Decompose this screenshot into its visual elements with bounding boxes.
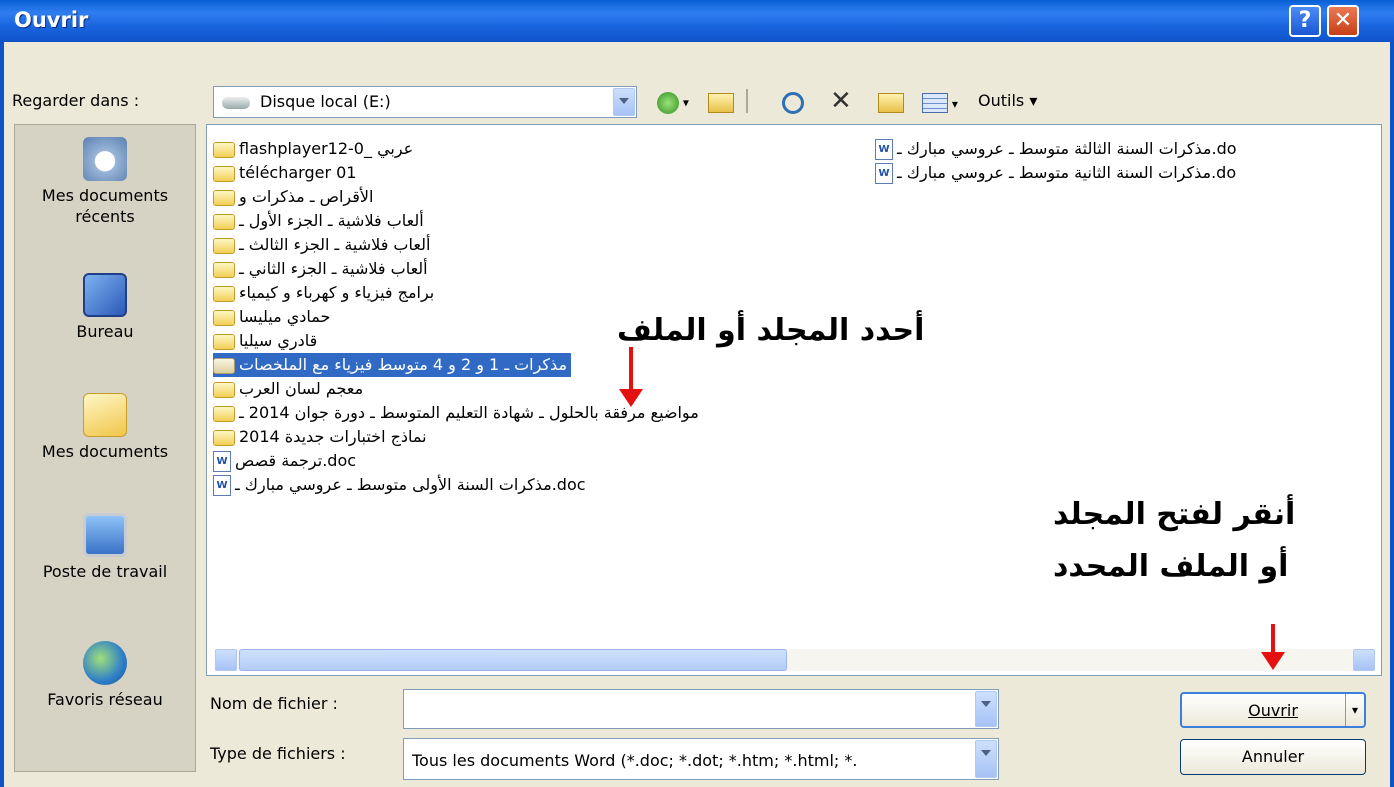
folder-icon xyxy=(213,189,235,206)
places-bar: Mes documents récents Bureau Mes documen… xyxy=(14,124,196,772)
scroll-right-arrow-icon[interactable] xyxy=(1353,649,1375,671)
lookin-select[interactable]: Disque local (E:) xyxy=(213,86,637,118)
new-folder-icon xyxy=(878,92,904,113)
list-item[interactable]: نماذج اختبارات جديدة 2014 xyxy=(213,425,427,449)
place-label: Favoris réseau xyxy=(47,690,163,709)
place-label: Mes documents xyxy=(41,442,169,461)
list-item[interactable]: الأقراص ـ مذكرات و xyxy=(213,185,373,209)
window-border-left xyxy=(0,42,4,787)
cancel-button[interactable]: Annuler xyxy=(1180,739,1366,775)
folder-icon xyxy=(213,165,235,182)
up-folder-icon xyxy=(708,92,734,113)
list-item[interactable]: W مذكرات السنة الأولى متوسط ـ عروسي مبارك… xyxy=(213,473,586,497)
help-button[interactable]: ? xyxy=(1289,5,1321,37)
annotation-arrow-down xyxy=(629,347,633,393)
list-item[interactable]: برامج فيزياء و كهرباء و كيمياء xyxy=(213,281,434,305)
place-label: Poste de travail xyxy=(42,562,168,581)
list-item[interactable]: télécharger 01 xyxy=(213,161,356,185)
network-places-icon xyxy=(83,641,127,685)
new-folder-button[interactable] xyxy=(878,86,904,116)
tools-menu[interactable]: Outils ▾ xyxy=(978,86,1037,116)
place-label: Mes documents récents xyxy=(41,186,169,226)
filetype-value: Tous les documents Word (*.doc; *.dot; *… xyxy=(412,751,858,770)
list-item[interactable]: ألعاب فلاشية ـ الجزء الثالث ـ xyxy=(213,233,430,257)
back-arrow-icon xyxy=(657,91,679,114)
recent-documents-icon xyxy=(83,137,127,181)
filetype-label: Type de fichiers : xyxy=(210,744,346,763)
folder-icon xyxy=(213,357,235,374)
views-button[interactable]: ▾ xyxy=(922,86,958,116)
horizontal-scrollbar[interactable] xyxy=(215,649,1375,671)
my-computer-icon xyxy=(83,513,127,557)
annotation-select-hint: أحدد المجلد أو الملف xyxy=(617,313,925,348)
back-button[interactable]: ▾ xyxy=(657,86,689,116)
scroll-thumb[interactable] xyxy=(239,649,787,671)
list-item[interactable]: W مذكرات السنة الثالثة متوسط ـ عروسي مبار… xyxy=(875,137,1237,161)
folder-icon xyxy=(213,237,235,254)
filename-input[interactable] xyxy=(403,689,999,729)
window-title: Ouvrir xyxy=(14,8,89,32)
open-label: Ouvrir xyxy=(1248,701,1298,720)
list-item[interactable]: flashplayer12-0_ عربي xyxy=(213,137,413,161)
window-border-right xyxy=(1390,42,1394,787)
list-item[interactable]: حمادي ميليسا xyxy=(213,305,330,329)
place-my-documents[interactable]: Mes documents xyxy=(15,393,195,462)
filetype-select[interactable]: Tous les documents Word (*.doc; *.dot; *… xyxy=(403,738,999,780)
folder-icon xyxy=(213,333,235,350)
place-network[interactable]: Favoris réseau xyxy=(15,641,195,710)
list-item[interactable]: W ترجمة قصص.doc xyxy=(213,449,356,473)
desktop-icon xyxy=(83,273,127,317)
folder-icon xyxy=(213,141,235,158)
list-item-selected[interactable]: مذكرات ـ 1 و 2 و 4 متوسط فيزياء مع الملخ… xyxy=(213,353,572,377)
list-item[interactable]: ألعاب فلاشية ـ الجزء الأول ـ xyxy=(213,209,424,233)
lookin-value: Disque local (E:) xyxy=(260,92,391,111)
views-icon xyxy=(922,92,948,113)
chevron-down-icon[interactable] xyxy=(613,88,635,116)
search-web-button[interactable] xyxy=(782,86,804,116)
open-dropdown-icon[interactable]: ▾ xyxy=(1345,694,1364,726)
my-documents-icon xyxy=(83,393,127,437)
folder-icon xyxy=(213,213,235,230)
lookin-label: Regarder dans : xyxy=(12,91,140,110)
annotation-open-hint-1: أنقر لفتح المجلد xyxy=(1053,497,1296,532)
folder-icon xyxy=(213,405,235,422)
list-item[interactable]: ألعاب فلاشية ـ الجزء الثاني ـ xyxy=(213,257,428,281)
place-desktop[interactable]: Bureau xyxy=(15,273,195,342)
folder-icon xyxy=(213,309,235,326)
annotation-arrow-open xyxy=(1271,624,1275,654)
word-document-icon: W xyxy=(875,163,893,184)
file-list[interactable]: flashplayer12-0_ عربي télécharger 01 الأ… xyxy=(206,124,1382,676)
delete-button[interactable]: ✕ xyxy=(830,86,852,116)
open-button[interactable]: Ouvrir ▾ xyxy=(1180,692,1366,728)
annotation-open-hint-2: أو الملف المحدد xyxy=(1053,549,1289,584)
folder-icon xyxy=(213,429,235,446)
folder-icon xyxy=(213,285,235,302)
chevron-down-icon[interactable] xyxy=(975,740,997,778)
place-recent-documents[interactable]: Mes documents récents xyxy=(15,137,195,227)
drive-icon xyxy=(222,97,250,109)
word-document-icon: W xyxy=(875,139,893,160)
annotation-arrowhead-open xyxy=(1261,652,1285,670)
close-button[interactable]: ✕ xyxy=(1327,5,1359,37)
annotation-arrowhead xyxy=(619,389,643,407)
word-document-icon: W xyxy=(213,475,231,496)
place-label: Bureau xyxy=(76,322,134,341)
search-icon xyxy=(782,91,804,114)
delete-icon: ✕ xyxy=(830,86,852,116)
filename-label: Nom de fichier : xyxy=(210,694,338,713)
toolbar-separator xyxy=(746,89,748,113)
title-bar: Ouvrir ? ✕ xyxy=(0,0,1394,42)
up-folder-button[interactable] xyxy=(708,86,734,116)
folder-icon xyxy=(213,381,235,398)
scroll-left-arrow-icon[interactable] xyxy=(215,649,237,671)
folder-icon xyxy=(213,261,235,278)
place-my-computer[interactable]: Poste de travail xyxy=(15,513,195,582)
word-document-icon: W xyxy=(213,451,231,472)
list-item[interactable]: معجم لسان العرب xyxy=(213,377,363,401)
list-item[interactable]: W مذكرات السنة الثانية متوسط ـ عروسي مبار… xyxy=(875,161,1236,185)
list-item[interactable]: قادري سيليا xyxy=(213,329,317,353)
chevron-down-icon[interactable] xyxy=(975,691,997,727)
